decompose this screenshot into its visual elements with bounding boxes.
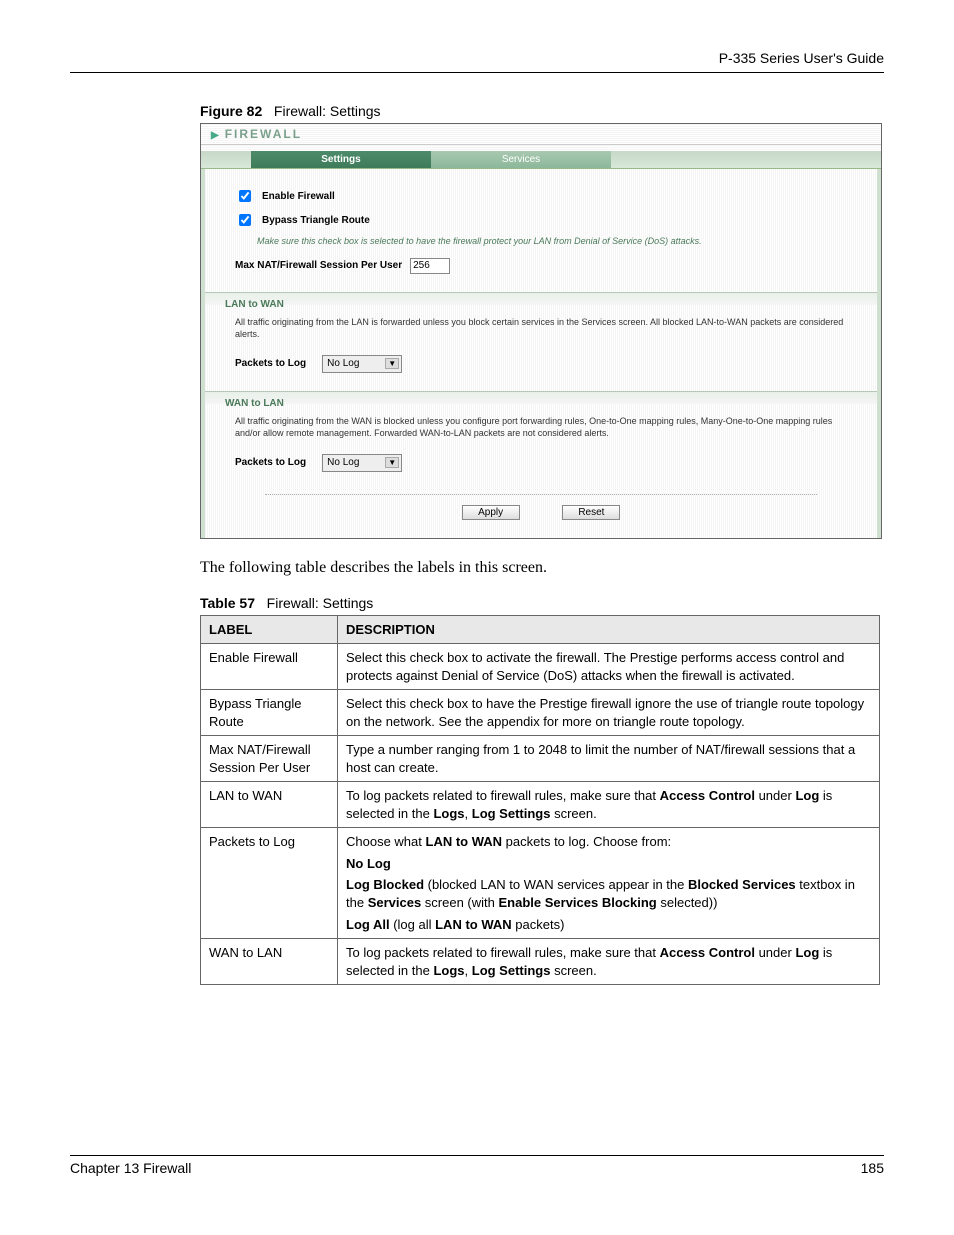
reset-button[interactable]: Reset bbox=[562, 505, 620, 520]
wan-packets-label: Packets to Log bbox=[235, 457, 306, 468]
figure-title: Firewall: Settings bbox=[274, 103, 381, 119]
th-description: DESCRIPTION bbox=[338, 615, 880, 643]
table-caption: Table 57 Firewall: Settings bbox=[200, 595, 884, 611]
bypass-triangle-checkbox[interactable] bbox=[239, 214, 251, 226]
apply-button[interactable]: Apply bbox=[462, 505, 520, 520]
tab-services[interactable]: Services bbox=[431, 151, 611, 169]
cell-description: Type a number ranging from 1 to 2048 to … bbox=[338, 736, 880, 782]
max-session-input[interactable] bbox=[410, 258, 450, 274]
title-arrow-icon: ▶ bbox=[211, 130, 221, 141]
table-caption-title: Firewall: Settings bbox=[267, 595, 374, 611]
header-guide: P-335 Series User's Guide bbox=[70, 50, 884, 66]
lan-to-wan-header: LAN to WAN bbox=[205, 292, 877, 310]
firewall-screenshot: ▶FIREWALL Settings Services Enable Firew… bbox=[200, 123, 882, 539]
bypass-triangle-label: Bypass Triangle Route bbox=[262, 215, 370, 226]
table-row: WAN to LANTo log packets related to fire… bbox=[201, 939, 880, 985]
th-label: LABEL bbox=[201, 615, 338, 643]
tab-filler bbox=[611, 151, 881, 169]
bypass-note: Make sure this check box is selected to … bbox=[235, 235, 847, 248]
lan-packets-select[interactable]: No Log▼ bbox=[322, 355, 402, 373]
wan-to-lan-desc: All traffic originating from the WAN is … bbox=[205, 409, 877, 448]
footer-chapter: Chapter 13 Firewall bbox=[70, 1160, 191, 1176]
table-row: LAN to WANTo log packets related to fire… bbox=[201, 782, 880, 828]
enable-firewall-label: Enable Firewall bbox=[262, 191, 335, 202]
cell-label: Enable Firewall bbox=[201, 643, 338, 689]
footer-page-number: 185 bbox=[861, 1160, 884, 1176]
cell-description: To log packets related to firewall rules… bbox=[338, 782, 880, 828]
cell-label: Packets to Log bbox=[201, 828, 338, 939]
table-row: Packets to LogChoose what LAN to WAN pac… bbox=[201, 828, 880, 939]
body-text: The following table describes the labels… bbox=[200, 559, 884, 577]
button-row: Apply Reset bbox=[265, 494, 817, 528]
lan-packets-label: Packets to Log bbox=[235, 358, 306, 369]
chevron-down-icon: ▼ bbox=[385, 358, 399, 369]
cell-description: To log packets related to firewall rules… bbox=[338, 939, 880, 985]
figure-caption: Figure 82 Firewall: Settings bbox=[200, 103, 884, 119]
table-caption-label: Table 57 bbox=[200, 595, 255, 611]
page-footer: Chapter 13 Firewall 185 bbox=[70, 1155, 884, 1176]
max-session-label: Max NAT/Firewall Session Per User bbox=[235, 260, 402, 271]
wan-to-lan-header: WAN to LAN bbox=[205, 391, 877, 409]
description-table: LABEL DESCRIPTION Enable FirewallSelect … bbox=[200, 615, 880, 985]
chevron-down-icon: ▼ bbox=[385, 457, 399, 468]
enable-firewall-checkbox[interactable] bbox=[239, 190, 251, 202]
table-row: Bypass Triangle RouteSelect this check b… bbox=[201, 690, 880, 736]
table-row: Max NAT/Firewall Session Per UserType a … bbox=[201, 736, 880, 782]
tab-spacer bbox=[201, 151, 251, 169]
wan-packets-select[interactable]: No Log▼ bbox=[322, 454, 402, 472]
lan-to-wan-desc: All traffic originating from the LAN is … bbox=[205, 310, 877, 349]
cell-label: Max NAT/Firewall Session Per User bbox=[201, 736, 338, 782]
cell-label: Bypass Triangle Route bbox=[201, 690, 338, 736]
cell-description: Select this check box to have the Presti… bbox=[338, 690, 880, 736]
ss-page-title: ▶FIREWALL bbox=[201, 124, 881, 145]
cell-label: LAN to WAN bbox=[201, 782, 338, 828]
header-rule bbox=[70, 72, 884, 73]
cell-description: Choose what LAN to WAN packets to log. C… bbox=[338, 828, 880, 939]
tab-settings[interactable]: Settings bbox=[251, 151, 431, 169]
cell-label: WAN to LAN bbox=[201, 939, 338, 985]
table-row: Enable FirewallSelect this check box to … bbox=[201, 643, 880, 689]
cell-description: Select this check box to activate the fi… bbox=[338, 643, 880, 689]
ss-tabs: Settings Services bbox=[201, 145, 881, 169]
figure-label: Figure 82 bbox=[200, 103, 262, 119]
